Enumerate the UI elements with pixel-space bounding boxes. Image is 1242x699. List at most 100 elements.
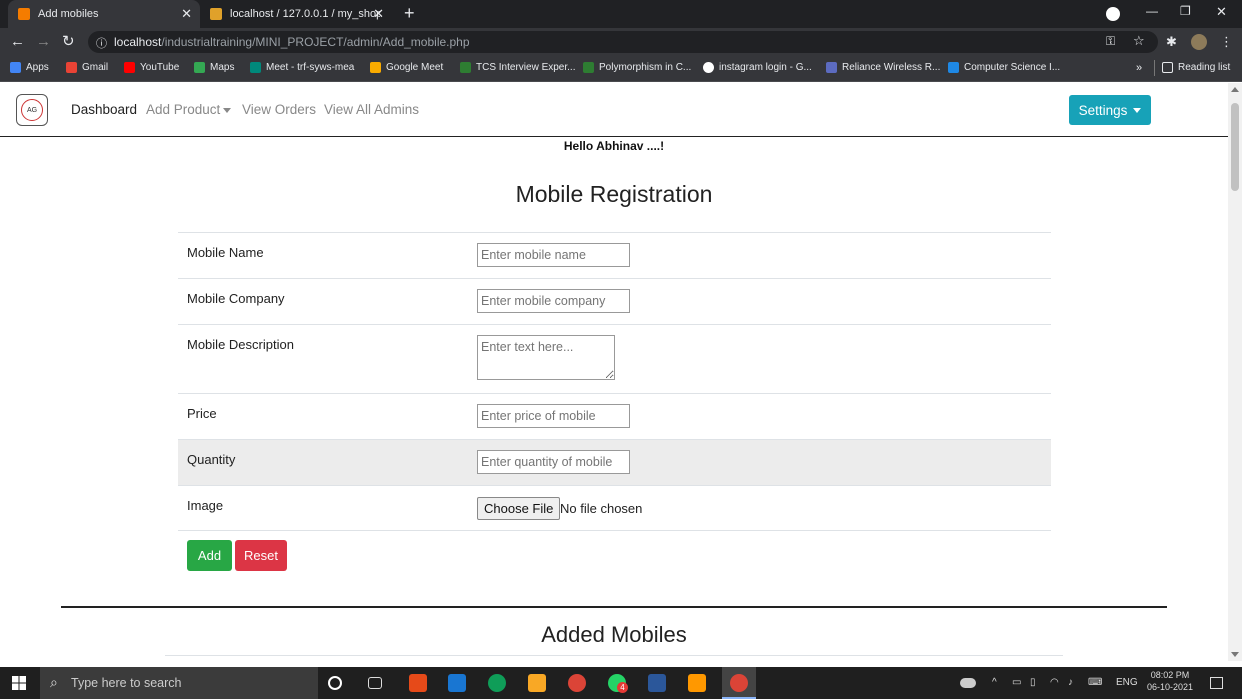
file-explorer-icon[interactable] <box>528 674 546 692</box>
site-logo[interactable]: AG <box>16 94 48 126</box>
phpmyadmin-favicon-icon <box>210 8 222 20</box>
wifi-icon[interactable]: ◠ <box>1050 677 1059 688</box>
site-info-icon[interactable]: ⓘ <box>96 35 107 51</box>
taskbar-search-box[interactable]: ⌕ Type here to search <box>40 667 318 699</box>
add-button[interactable]: Add <box>187 540 232 571</box>
key-icon[interactable]: ⚿ <box>1106 34 1115 49</box>
onedrive-icon[interactable] <box>960 678 976 688</box>
reload-icon[interactable]: ↻ <box>62 33 75 51</box>
bookmark-maps[interactable]: Maps <box>194 62 234 73</box>
nav-dashboard[interactable]: Dashboard <box>71 102 137 117</box>
reading-list[interactable]: Reading list <box>1162 62 1230 73</box>
bookmark-instagram[interactable]: instagram login - G... <box>703 62 812 73</box>
form-row-price: Price <box>178 393 1051 439</box>
meet-icon <box>250 62 261 73</box>
close-tab-icon[interactable]: ✕ <box>181 7 192 20</box>
search-icon: ⌕ <box>50 674 58 690</box>
whatsapp-badge: 4 <box>617 682 628 693</box>
bookmark-reliance[interactable]: Reliance Wireless R... <box>826 62 940 73</box>
profile-menu-icon[interactable] <box>1106 7 1120 21</box>
chrome-active-taskbar[interactable] <box>722 667 756 699</box>
mobile-description-textarea[interactable] <box>477 335 615 380</box>
mobile-name-input[interactable] <box>477 243 630 267</box>
avatar[interactable] <box>1191 34 1207 50</box>
page-content: AG Dashboard Add Product View Orders Vie… <box>0 83 1228 661</box>
bookmark-polymorphism[interactable]: Polymorphism in C... <box>583 62 691 73</box>
minimize-icon[interactable]: — <box>1146 4 1158 18</box>
forward-icon[interactable]: → <box>36 33 51 51</box>
sublime-icon[interactable] <box>688 674 706 692</box>
notifications-icon[interactable] <box>1210 677 1223 689</box>
search-placeholder: Type here to search <box>71 676 182 690</box>
clock-date: 06-10-2021 <box>1146 682 1194 692</box>
nav-add-product-label: Add Product <box>146 102 221 117</box>
page-scrollbar[interactable] <box>1228 83 1242 661</box>
settings-button[interactable]: Settings <box>1069 95 1151 125</box>
greeting: Hello Abhinav ....! <box>563 139 665 153</box>
bookmark-meet[interactable]: Meet - trf-syws-mea <box>250 62 354 73</box>
back-icon[interactable]: ← <box>10 33 25 51</box>
table-top-border <box>165 655 1063 656</box>
scroll-up-icon[interactable] <box>1231 87 1239 92</box>
chevron-up-icon[interactable]: ^ <box>992 677 997 688</box>
url-field[interactable]: ⓘ localhost/industrialtraining/MINI_PROJ… <box>88 31 1158 53</box>
mail-icon[interactable] <box>448 674 466 692</box>
form-row-image: Image Choose File No file chosen <box>178 485 1051 531</box>
url-host: localhost <box>114 35 162 49</box>
battery-icon[interactable]: ▯ <box>1030 677 1036 688</box>
word-icon[interactable] <box>648 674 666 692</box>
extensions-icon[interactable]: ✱ <box>1166 33 1177 51</box>
choose-file-button[interactable]: Choose File <box>477 497 561 520</box>
cortana-icon[interactable] <box>328 676 342 690</box>
tab-phpmyadmin[interactable]: localhost / 127.0.0.1 / my_shope ✕ <box>202 0 392 28</box>
nav-add-product[interactable]: Add Product <box>146 102 232 117</box>
bookmark-computer-science[interactable]: Computer Science I... <box>948 62 1060 73</box>
scrollbar-thumb[interactable] <box>1231 103 1239 191</box>
field-label: Mobile Description <box>187 337 294 352</box>
office-icon[interactable] <box>409 674 427 692</box>
form-row-mobile-company: Mobile Company <box>178 278 1051 324</box>
bookmarks-bar: Apps Gmail YouTube Maps Meet - trf-syws-… <box>0 56 1242 82</box>
menu-icon[interactable]: ⋮ <box>1220 33 1233 51</box>
keyboard-icon[interactable]: ⌨ <box>1088 677 1102 688</box>
scroll-down-icon[interactable] <box>1231 652 1239 657</box>
price-input[interactable] <box>477 404 630 428</box>
file-status: No file chosen <box>560 501 643 516</box>
address-bar-row: ← → ↻ ⓘ localhost/industrialtraining/MIN… <box>0 28 1242 56</box>
restore-icon[interactable]: ❐ <box>1180 4 1191 18</box>
taskbar-clock[interactable]: 08:02 PM 06-10-2021 <box>1144 670 1196 692</box>
added-mobiles-heading: Added Mobiles <box>541 622 687 647</box>
bookmark-tcs[interactable]: TCS Interview Exper... <box>460 62 575 73</box>
chrome-icon[interactable] <box>568 674 586 692</box>
nav-view-all-admins[interactable]: View All Admins <box>324 102 419 117</box>
close-tab-icon[interactable]: ✕ <box>373 7 384 20</box>
reading-list-icon <box>1162 62 1173 73</box>
bookmark-google-meet[interactable]: Google Meet <box>370 62 443 73</box>
language-indicator[interactable]: ENG <box>1116 677 1138 688</box>
quantity-input[interactable] <box>477 450 630 474</box>
network-icon[interactable]: ▭ <box>1012 677 1021 688</box>
bookmark-apps[interactable]: Apps <box>10 62 49 73</box>
bookmark-gmail[interactable]: Gmail <box>66 62 108 73</box>
reset-button[interactable]: Reset <box>235 540 287 571</box>
window-close-icon[interactable]: ✕ <box>1216 4 1227 20</box>
field-label: Mobile Company <box>187 291 285 306</box>
page-icon <box>826 62 837 73</box>
bookmark-star-icon[interactable]: ☆ <box>1133 33 1145 49</box>
chrome-active-icon <box>730 674 748 692</box>
url-path: /industrialtraining/MINI_PROJECT/admin/A… <box>161 35 470 49</box>
clock-time: 08:02 PM <box>1150 670 1190 680</box>
edge-icon[interactable] <box>488 674 506 692</box>
mobile-company-input[interactable] <box>477 289 630 313</box>
volume-icon[interactable]: ♪ <box>1068 677 1073 688</box>
bookmark-youtube[interactable]: YouTube <box>124 62 179 73</box>
google-meet-icon <box>370 62 381 73</box>
tab-add-mobiles[interactable]: Add mobiles ✕ <box>8 0 200 28</box>
windows-start-icon[interactable] <box>12 676 26 690</box>
new-tab-icon[interactable]: + <box>404 4 415 22</box>
section-divider <box>61 606 1167 608</box>
more-bookmarks-icon[interactable]: » <box>1136 62 1142 74</box>
nav-view-orders[interactable]: View Orders <box>242 102 316 117</box>
task-view-icon[interactable] <box>368 677 382 689</box>
browser-tab-bar: Add mobiles ✕ localhost / 127.0.0.1 / my… <box>0 0 1242 28</box>
